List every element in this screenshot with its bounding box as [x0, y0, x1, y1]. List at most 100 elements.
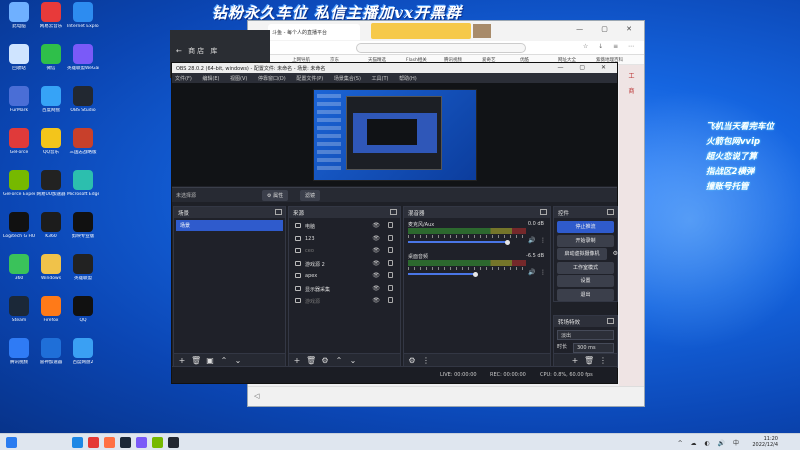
volume-slider[interactable]	[408, 241, 508, 243]
desktop-icon[interactable]: QQ	[67, 296, 99, 336]
desktop-icon[interactable]: 百度网盘	[35, 86, 67, 126]
lock-icon[interactable]	[388, 247, 393, 253]
eye-icon[interactable]: 👁	[372, 272, 380, 279]
desktop-icon[interactable]: 雷神加速器	[35, 338, 67, 378]
obs-window[interactable]: OBS 28.0.2 (64-bit, windows) - 配置文件: 未命名…	[171, 62, 618, 384]
source-item[interactable]: apex 👁	[291, 270, 398, 282]
source-item[interactable]: 游戏源 👁	[291, 295, 398, 307]
eye-icon[interactable]: 👁	[372, 260, 380, 267]
window-controls[interactable]: — ▢ ✕	[576, 25, 640, 33]
control-button[interactable]: 停止推流	[557, 221, 614, 233]
desktop-icon[interactable]: Windows	[35, 254, 67, 294]
ad-banner[interactable]	[371, 23, 471, 39]
trash-icon[interactable]: 🗑	[584, 356, 594, 366]
menu-view[interactable]: 视图(V)	[230, 76, 247, 82]
start-icon[interactable]	[6, 437, 17, 448]
eye-icon[interactable]: 👁	[372, 247, 380, 254]
move-down-icon[interactable]: ⌄	[233, 356, 243, 366]
menu-icon[interactable]: ⋮	[598, 356, 608, 366]
lock-icon[interactable]	[388, 284, 393, 291]
popout-icon[interactable]	[607, 209, 614, 215]
popout-icon[interactable]	[275, 209, 282, 215]
popout-icon[interactable]	[540, 209, 547, 215]
trash-icon[interactable]: 🗑	[306, 356, 316, 366]
source-item[interactable]: ceo 👁	[291, 245, 398, 257]
trash-icon[interactable]: 🗑	[191, 356, 201, 366]
steam-icon[interactable]	[120, 437, 131, 448]
desktop-icon[interactable]: OBS Studio	[67, 86, 99, 126]
desktop-icon[interactable]: 三国志战略版	[67, 128, 99, 168]
speaker-icon[interactable]: 🔊	[528, 237, 535, 244]
desktop-icon[interactable]: 腾讯视频	[3, 338, 35, 378]
desktop-icon[interactable]: 剪映专业版	[67, 212, 99, 252]
menu-file[interactable]: 文件(F)	[175, 76, 192, 82]
desktop-icon[interactable]: Internet Explorer	[67, 2, 99, 42]
desktop-icon[interactable]: 微信	[35, 44, 67, 84]
slider-handle[interactable]	[472, 271, 478, 277]
desktop-icon[interactable]: 网易UU加速器	[35, 170, 67, 210]
menu-icon[interactable]: ⋮	[421, 356, 431, 366]
filters-button[interactable]: 滤镜	[300, 190, 321, 201]
volume-slider[interactable]	[408, 273, 475, 275]
menu-help[interactable]: 帮助(H)	[399, 76, 417, 82]
lock-icon[interactable]	[388, 222, 393, 228]
window-controls[interactable]: — ▢ ✕	[557, 64, 613, 71]
desktop-icon[interactable]: GeForce Experience	[3, 170, 35, 210]
popout-icon[interactable]	[390, 209, 397, 215]
gear-icon[interactable]: ⚙	[320, 356, 330, 366]
desktop-icon[interactable]: 回收站	[3, 44, 35, 84]
menu-tools[interactable]: 工具(T)	[372, 76, 389, 82]
preview-area[interactable]	[172, 83, 617, 186]
add-icon[interactable]: +	[292, 356, 302, 366]
source-item[interactable]: 游戏源 2 👁	[291, 258, 398, 270]
duration-input[interactable]: 300 ms	[573, 343, 614, 353]
desktop-icon[interactable]: Microsoft Edge	[67, 170, 99, 210]
clock[interactable]: 11:20 2022/12/4	[752, 436, 778, 448]
move-down-icon[interactable]: ⌄	[348, 356, 358, 366]
slider-handle[interactable]	[505, 239, 511, 245]
eye-icon[interactable]: 👁	[372, 235, 380, 242]
side-tab[interactable]: 工	[619, 71, 644, 80]
url-input[interactable]	[356, 43, 526, 53]
lock-icon[interactable]	[388, 297, 393, 303]
desktop-icon[interactable]: 百度网盘2	[67, 338, 99, 378]
desktop-icon[interactable]: K360	[35, 212, 67, 252]
store-nav[interactable]: ← 商店 库	[176, 46, 219, 56]
settings-icon[interactable]: ⚙	[407, 356, 417, 366]
menu-profile[interactable]: 配置文件(P)	[296, 76, 323, 82]
menu-docks[interactable]: 停靠窗口(D)	[258, 76, 286, 82]
desktop-icon[interactable]: FurMark	[3, 86, 35, 126]
app-icon[interactable]	[136, 437, 147, 448]
app-icon[interactable]	[88, 437, 99, 448]
scene-item[interactable]: 场景	[176, 220, 283, 231]
move-up-icon[interactable]: ⌃	[219, 356, 229, 366]
back-icon[interactable]: ◁	[254, 392, 259, 400]
ad-banner-image[interactable]	[473, 24, 491, 38]
menu-icon[interactable]: ⋮	[540, 269, 546, 276]
tray-icons[interactable]: ^ ☁ ◐ 🔊 中	[678, 438, 742, 447]
firefox-icon[interactable]	[104, 437, 115, 448]
control-button[interactable]: 工作室模式	[557, 261, 614, 274]
desktop-icon[interactable]: 此电脑	[3, 2, 35, 42]
side-tab[interactable]: 商	[619, 86, 644, 95]
taskview-icon[interactable]	[72, 437, 83, 448]
menu-scene-collection[interactable]: 场景集合(S)	[334, 76, 361, 82]
desktop-icon[interactable]: 360	[3, 254, 35, 294]
gear-icon[interactable]: ⚙	[613, 250, 618, 257]
menu-icon[interactable]: ⋮	[540, 237, 546, 244]
eye-icon[interactable]: 👁	[372, 285, 380, 292]
source-item[interactable]: 电脑 👁	[291, 220, 398, 232]
control-button[interactable]: 设置	[557, 275, 614, 287]
properties-button[interactable]: ⚙ 属性	[262, 190, 289, 201]
desktop-icon[interactable]: Logitech G HUB	[3, 212, 35, 252]
control-button[interactable]: 启动虚拟摄像机	[557, 248, 607, 260]
browser-tab[interactable]: 斗鱼 - 每个人的直播平台	[268, 24, 360, 40]
control-button[interactable]: 开始录制	[557, 234, 614, 247]
desktop-icon[interactable]: 网易云音乐	[35, 2, 67, 42]
add-icon[interactable]: +	[570, 356, 580, 366]
eye-icon[interactable]: 👁	[372, 222, 380, 229]
source-item[interactable]: 123 👁	[291, 233, 398, 245]
desktop-icon[interactable]: 英雄联盟WeGame	[67, 44, 99, 84]
add-icon[interactable]: +	[177, 356, 187, 366]
desktop-icon[interactable]: GeForce	[3, 128, 35, 168]
